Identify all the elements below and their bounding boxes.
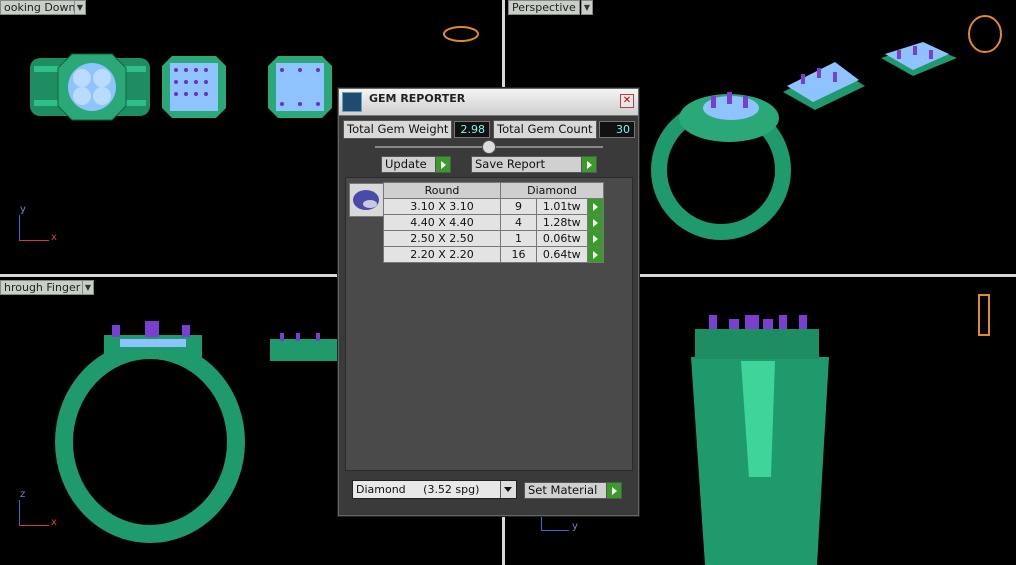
- gem-weight: 1.28tw: [536, 214, 588, 231]
- table-row: 2.50 X 2.50 1 0.06tw: [383, 230, 605, 247]
- select-row-arrow-icon[interactable]: [586, 230, 605, 247]
- axis-z-label: z: [20, 489, 26, 500]
- total-gem-weight-label: Total Gem Weight: [343, 120, 453, 139]
- total-gem-weight-value: 2.98: [454, 121, 490, 138]
- gem-count: 16: [499, 246, 538, 263]
- gem-table: Round Diamond 3.10 X 3.10 9 1.01tw 4.40 …: [383, 182, 605, 263]
- total-gem-count-value: 30: [599, 121, 635, 138]
- gem-weight: 1.01tw: [536, 198, 588, 215]
- set-material-button-label: Set Material: [528, 483, 598, 497]
- gem-size: 3.10 X 3.10: [383, 198, 501, 215]
- gem-thumbnail: [349, 183, 384, 217]
- update-button-label: Update: [385, 157, 427, 171]
- update-button[interactable]: Update: [381, 156, 451, 173]
- gem-reporter-dialog: GEM REPORTER ✕ Total Gem Weight 2.98 Tot…: [338, 88, 639, 516]
- gem-size: 4.40 X 4.40: [383, 214, 501, 231]
- gem-size: 2.50 X 2.50: [383, 230, 501, 247]
- gem-weight: 0.64tw: [536, 246, 588, 263]
- arrow-right-icon: [435, 157, 450, 172]
- select-row-arrow-icon[interactable]: [586, 198, 605, 215]
- gem-weight: 0.06tw: [536, 230, 588, 247]
- close-icon[interactable]: ✕: [620, 94, 634, 108]
- set-material-button[interactable]: Set Material: [524, 482, 622, 499]
- dialog-title: GEM REPORTER: [369, 92, 466, 105]
- panel-slider-handle[interactable]: [482, 140, 496, 154]
- axis-x-label: x: [51, 232, 57, 243]
- save-report-button-label: Save Report: [475, 157, 546, 171]
- table-header-material: Diamond: [500, 182, 604, 199]
- dialog-titlebar[interactable]: GEM REPORTER ✕: [339, 89, 638, 116]
- chevron-down-icon[interactable]: [500, 481, 516, 498]
- table-row: 3.10 X 3.10 9 1.01tw: [383, 198, 605, 215]
- material-select[interactable]: Diamond (3.52 spg): [352, 480, 517, 499]
- arrow-right-icon: [581, 157, 596, 172]
- gem-size: 2.20 X 2.20: [383, 246, 501, 263]
- axis-y-label: y: [20, 204, 26, 215]
- select-row-arrow-icon[interactable]: [586, 246, 605, 263]
- total-gem-count-label: Total Gem Count: [493, 120, 597, 139]
- select-row-arrow-icon[interactable]: [586, 214, 605, 231]
- axis-y-label: y: [572, 521, 578, 532]
- axis-x-label: x: [51, 517, 57, 528]
- material-select-value: Diamond (3.52 spg): [356, 483, 480, 496]
- gem-count: 1: [499, 230, 538, 247]
- table-header-shape: Round: [383, 182, 501, 199]
- arrow-right-icon: [606, 483, 621, 498]
- table-row: 2.20 X 2.20 16 0.64tw: [383, 246, 605, 263]
- table-row: 4.40 X 4.40 4 1.28tw: [383, 214, 605, 231]
- save-report-button[interactable]: Save Report: [471, 156, 597, 173]
- gem-reporter-icon: [342, 92, 362, 112]
- gem-count: 9: [499, 198, 538, 215]
- gem-count: 4: [499, 214, 538, 231]
